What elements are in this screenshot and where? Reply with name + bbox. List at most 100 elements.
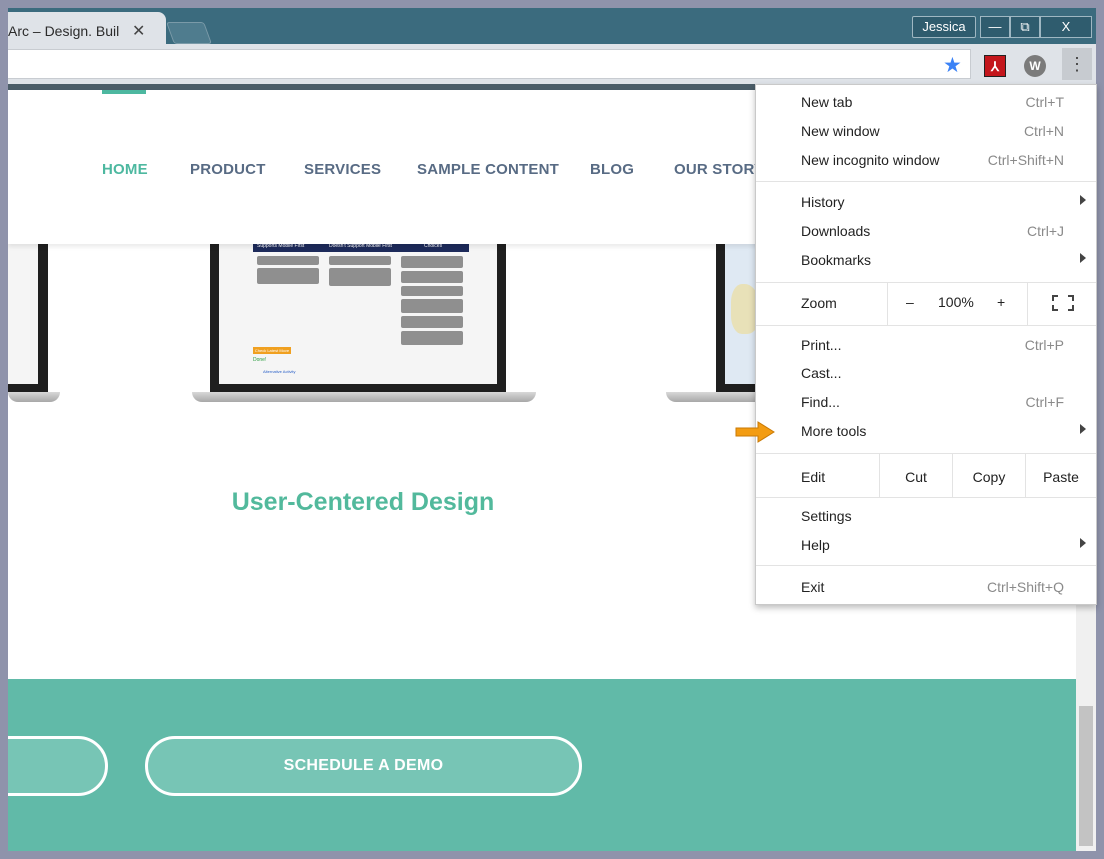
menu-item-label: New incognito window xyxy=(801,152,940,168)
menu-item-label: Find... xyxy=(801,394,840,410)
address-bar[interactable]: ★ xyxy=(8,49,971,79)
menu-item-label: Cast... xyxy=(801,365,842,381)
laptop-left xyxy=(8,224,48,392)
tab-title: Arc – Design. Buil xyxy=(8,23,120,39)
screen-check: Done! xyxy=(253,357,267,363)
menu-item-label: History xyxy=(801,194,845,210)
scrollbar-thumb[interactable] xyxy=(1079,706,1093,846)
chrome-main-menu: New tab Ctrl+T New window Ctrl+N New inc… xyxy=(755,84,1097,605)
submenu-arrow-icon xyxy=(1080,195,1086,205)
browser-title-bar: Arc – Design. Buil ✕ Jessica — ⧉ X xyxy=(8,8,1096,52)
submenu-arrow-icon xyxy=(1080,538,1086,548)
menu-separator xyxy=(756,325,1096,326)
screen-chip xyxy=(257,256,319,265)
browser-toolbar: ★ ⅄ W ⋮ xyxy=(8,44,1096,84)
screen-chip xyxy=(401,271,463,283)
laptop-left-base xyxy=(8,392,60,402)
screen-chip xyxy=(401,256,463,268)
menu-item-label: Print... xyxy=(801,337,842,353)
menu-item-label: Exit xyxy=(801,579,825,595)
menu-item-label: New tab xyxy=(801,94,853,110)
menu-item-shortcut: Ctrl+Shift+N xyxy=(987,152,1064,168)
menu-cast[interactable]: Cast... xyxy=(756,360,1096,388)
bookmark-star-icon[interactable]: ★ xyxy=(943,53,962,78)
screenshot-frame: Arc – Design. Buil ✕ Jessica — ⧉ X ★ ⅄ W… xyxy=(0,0,1104,859)
screen-chip xyxy=(401,316,463,328)
profile-button[interactable]: Jessica xyxy=(912,16,976,38)
menu-separator xyxy=(756,497,1096,498)
w-extension-icon[interactable]: W xyxy=(1024,55,1046,77)
section-heading: User-Centered Design xyxy=(231,488,495,516)
laptop-center: Supports Mobile First Doesn't Support Mo… xyxy=(210,224,506,392)
screen-chip xyxy=(257,268,319,284)
submenu-arrow-icon xyxy=(1080,253,1086,263)
menu-item-shortcut: Ctrl+J xyxy=(1027,223,1064,239)
menu-item-shortcut: Ctrl+P xyxy=(1024,337,1064,353)
laptop-center-screen: Supports Mobile First Doesn't Support Mo… xyxy=(219,224,497,384)
menu-item-shortcut: Ctrl+T xyxy=(1025,94,1065,110)
nav-product[interactable]: PRODUCT xyxy=(190,161,266,178)
menu-find[interactable]: Find... Ctrl+F xyxy=(756,389,1096,417)
paste-button[interactable]: Paste xyxy=(1026,457,1096,497)
menu-item-label: Bookmarks xyxy=(801,252,872,268)
active-nav-indicator xyxy=(102,90,146,94)
menu-settings[interactable]: Settings xyxy=(756,503,1096,531)
pdf-extension-icon[interactable]: ⅄ xyxy=(984,55,1006,77)
screen-chip xyxy=(401,299,463,313)
menu-item-label: More tools xyxy=(801,423,867,439)
edit-label: Edit xyxy=(801,469,826,485)
menu-item-label: Settings xyxy=(801,508,852,524)
menu-new-incognito-window[interactable]: New incognito window Ctrl+Shift+N xyxy=(756,147,1096,175)
menu-item-shortcut: Ctrl+F xyxy=(1025,394,1065,410)
chrome-menu-button[interactable]: ⋮ xyxy=(1062,48,1092,80)
laptop-left-screen xyxy=(8,224,38,384)
zoom-level: 100% xyxy=(938,294,974,310)
fullscreen-icon[interactable] xyxy=(1052,295,1074,311)
nav-services[interactable]: SERVICES xyxy=(304,161,381,178)
cta-button-left[interactable] xyxy=(8,736,108,796)
minimize-button[interactable]: — xyxy=(980,16,1010,38)
cta-band: SCHEDULE A DEMO xyxy=(8,679,1076,851)
cut-button[interactable]: Cut xyxy=(880,457,952,497)
menu-more-tools[interactable]: More tools xyxy=(756,418,1096,446)
menu-new-window[interactable]: New window Ctrl+N xyxy=(756,118,1096,146)
submenu-arrow-icon xyxy=(1080,424,1086,434)
zoom-in-button[interactable]: + xyxy=(997,294,1005,310)
menu-item-label: New window xyxy=(801,123,880,139)
nav-blog[interactable]: BLOG xyxy=(590,161,634,178)
menu-vertical-separator xyxy=(887,283,888,325)
menu-separator xyxy=(756,453,1096,454)
menu-bookmarks[interactable]: Bookmarks xyxy=(756,247,1096,275)
menu-new-tab[interactable]: New tab Ctrl+T xyxy=(756,89,1096,117)
menu-separator xyxy=(756,565,1096,566)
menu-zoom-row: Zoom – 100% + xyxy=(756,283,1096,325)
menu-print[interactable]: Print... Ctrl+P xyxy=(756,332,1096,360)
menu-history[interactable]: History xyxy=(756,189,1096,217)
menu-downloads[interactable]: Downloads Ctrl+J xyxy=(756,218,1096,246)
nav-home[interactable]: HOME xyxy=(102,161,148,178)
pointer-arrow-icon xyxy=(735,421,775,443)
screen-tag: Check Latest Move xyxy=(253,347,291,354)
close-window-button[interactable]: X xyxy=(1040,16,1092,38)
screen-chip xyxy=(329,256,391,265)
restore-button[interactable]: ⧉ xyxy=(1010,16,1040,38)
menu-item-label: Downloads xyxy=(801,223,871,239)
zoom-label: Zoom xyxy=(801,295,837,311)
laptop-center-base xyxy=(192,392,536,402)
screen-chip xyxy=(329,268,391,286)
nav-our-story[interactable]: OUR STORY xyxy=(674,161,764,178)
menu-item-shortcut: Ctrl+N xyxy=(1023,123,1064,139)
screen-chip xyxy=(401,331,463,345)
tab-close-icon[interactable]: ✕ xyxy=(132,21,145,41)
new-tab-button[interactable] xyxy=(165,22,213,44)
menu-item-label: Help xyxy=(801,537,830,553)
menu-exit[interactable]: Exit Ctrl+Shift+Q xyxy=(756,574,1096,602)
screen-chip xyxy=(401,286,463,296)
menu-help[interactable]: Help xyxy=(756,532,1096,560)
copy-button[interactable]: Copy xyxy=(953,457,1025,497)
menu-item-shortcut: Ctrl+Shift+Q xyxy=(986,579,1064,595)
schedule-demo-button[interactable]: SCHEDULE A DEMO xyxy=(145,736,582,796)
zoom-out-button[interactable]: – xyxy=(906,294,914,310)
menu-vertical-separator xyxy=(1027,283,1028,325)
nav-sample-content[interactable]: SAMPLE CONTENT xyxy=(417,161,559,178)
